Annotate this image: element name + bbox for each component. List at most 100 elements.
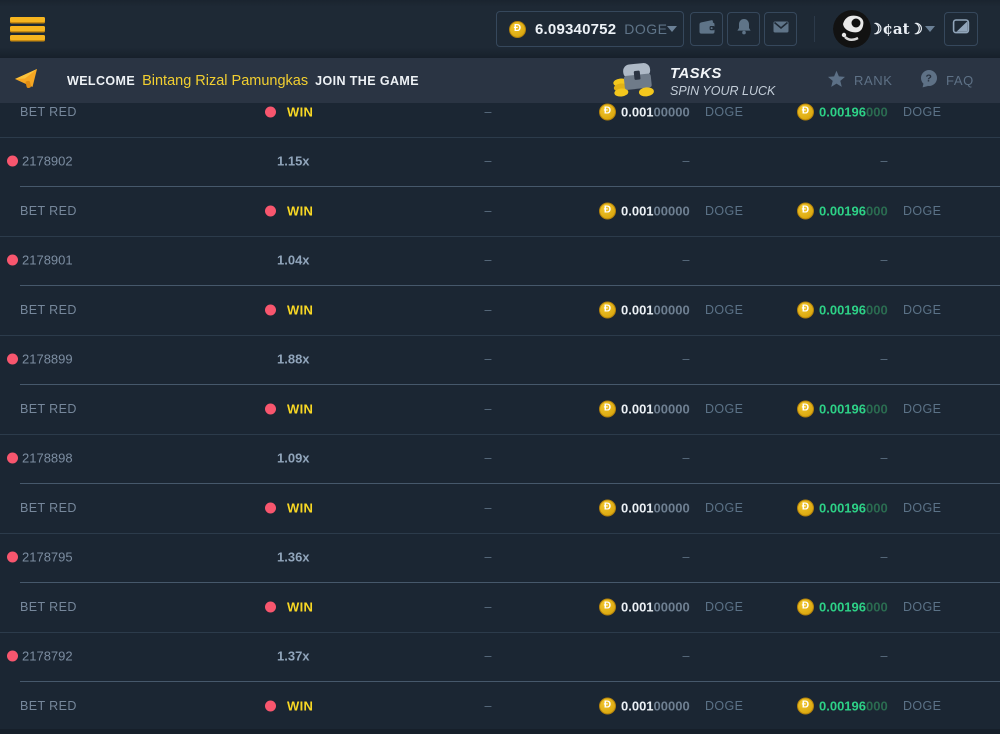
profit-amount: 0.00196000 — [819, 302, 888, 317]
profit-amount: 0.00196000 — [819, 698, 888, 713]
chat-toggle-button[interactable] — [944, 12, 978, 46]
faq-question-icon: ? — [920, 70, 946, 91]
round-id-link[interactable]: 2178901 — [22, 253, 73, 268]
rank-label: RANK — [854, 73, 893, 88]
round-result-dot-icon — [7, 354, 18, 365]
welcome-suffix: JOIN THE GAME — [315, 74, 419, 88]
rank-star-icon — [827, 70, 854, 91]
faq-link[interactable]: ? FAQ — [920, 58, 974, 103]
result-dot-icon — [265, 304, 276, 315]
round-row: 2178902 1.15x – – – — [0, 137, 1000, 187]
payout-multiplier: 1.88x — [277, 352, 310, 367]
balance-amount: 6.09340752 — [535, 21, 616, 38]
username[interactable]: ☽¢at☽ — [869, 0, 923, 58]
chance-value: – — [470, 105, 506, 119]
chance-placeholder: – — [470, 649, 506, 663]
profit-placeholder: – — [866, 550, 902, 564]
bet-type-label: BET RED — [20, 501, 77, 515]
profit-currency: DOGE — [903, 402, 941, 416]
result-dot-icon — [265, 700, 276, 711]
bet-row: BET RED WIN – Ð 0.00100000 DOGE Ð 0.0019… — [0, 285, 1000, 335]
rank-link[interactable]: RANK — [827, 58, 893, 103]
megaphone-icon — [14, 68, 67, 94]
app: Ð 6.09340752 DOGE ☽¢at☽ — [0, 0, 1000, 734]
profit-placeholder: – — [866, 154, 902, 168]
chance-value: – — [470, 600, 506, 614]
chance-value: – — [470, 303, 506, 317]
payout-multiplier: 1.09x — [277, 451, 310, 466]
footer-edge — [0, 729, 1000, 734]
result-dot-icon — [265, 601, 276, 612]
profit-amount: 0.00196000 — [819, 203, 888, 218]
bet-result: WIN — [287, 104, 313, 119]
messages-button[interactable] — [764, 12, 797, 46]
round-result-dot-icon — [7, 453, 18, 464]
chance-placeholder: – — [470, 451, 506, 465]
wallet-button[interactable] — [690, 12, 723, 46]
bet-placeholder: – — [668, 451, 704, 465]
bet-amount-currency: DOGE — [705, 303, 743, 317]
bet-result: WIN — [287, 500, 313, 515]
chance-value: – — [470, 501, 506, 515]
bet-result: WIN — [287, 401, 313, 416]
treasure-chest-icon — [612, 59, 670, 104]
round-result-dot-icon — [7, 651, 18, 662]
bet-placeholder: – — [668, 253, 704, 267]
profit-placeholder: – — [866, 649, 902, 663]
bet-result: WIN — [287, 599, 313, 614]
bet-amount: 0.00100000 — [621, 104, 690, 119]
welcome-prefix: WELCOME — [67, 74, 135, 88]
tasks-subtitle: SPIN YOUR LUCK — [670, 84, 775, 98]
doge-coin-icon: Ð — [797, 598, 814, 615]
doge-coin-icon: Ð — [509, 21, 526, 38]
topbar: Ð 6.09340752 DOGE ☽¢at☽ — [0, 0, 1000, 58]
round-id-link[interactable]: 2178902 — [22, 154, 73, 169]
round-row: 2178792 1.37x – – – — [0, 632, 1000, 682]
doge-coin-icon: Ð — [599, 499, 616, 516]
chevron-down-icon — [667, 26, 677, 32]
bet-amount-currency: DOGE — [705, 105, 743, 119]
profit-currency: DOGE — [903, 204, 941, 218]
chance-placeholder: – — [470, 253, 506, 267]
payout-multiplier: 1.36x — [277, 550, 310, 565]
chance-value: – — [470, 402, 506, 416]
bet-placeholder: – — [668, 649, 704, 663]
hamburger-menu-icon[interactable] — [10, 13, 46, 45]
bet-amount-currency: DOGE — [705, 600, 743, 614]
chance-placeholder: – — [470, 352, 506, 366]
doge-coin-icon: Ð — [599, 697, 616, 714]
bet-history-list: BET RED WIN – Ð 0.00100000 DOGE Ð 0.0019… — [0, 87, 1000, 731]
round-result-dot-icon — [7, 255, 18, 266]
doge-coin-icon: Ð — [797, 202, 814, 219]
profit-currency: DOGE — [903, 105, 941, 119]
profit-placeholder: – — [866, 451, 902, 465]
bet-amount: 0.00100000 — [621, 599, 690, 614]
round-id-link[interactable]: 2178792 — [22, 649, 73, 664]
doge-coin-icon: Ð — [797, 301, 814, 318]
avatar[interactable] — [833, 10, 871, 48]
bet-row: BET RED WIN – Ð 0.00100000 DOGE Ð 0.0019… — [0, 384, 1000, 434]
bet-amount: 0.00100000 — [621, 500, 690, 515]
notifications-button[interactable] — [727, 12, 760, 46]
topbar-divider — [814, 16, 815, 42]
round-id-link[interactable]: 2178898 — [22, 451, 73, 466]
chance-placeholder: – — [470, 154, 506, 168]
bet-amount-currency: DOGE — [705, 204, 743, 218]
svg-text:?: ? — [925, 73, 932, 85]
bet-row: BET RED WIN – Ð 0.00100000 DOGE Ð 0.0019… — [0, 483, 1000, 533]
bet-row: BET RED WIN – Ð 0.00100000 DOGE Ð 0.0019… — [0, 681, 1000, 731]
profit-placeholder: – — [866, 253, 902, 267]
result-dot-icon — [265, 106, 276, 117]
round-id-link[interactable]: 2178899 — [22, 352, 73, 367]
doge-coin-icon: Ð — [599, 400, 616, 417]
bet-type-label: BET RED — [20, 600, 77, 614]
round-row: 2178899 1.88x – – – — [0, 335, 1000, 385]
profit-amount: 0.00196000 — [819, 599, 888, 614]
balance-selector[interactable]: Ð 6.09340752 DOGE — [496, 11, 684, 47]
user-menu-chevron-icon[interactable] — [925, 26, 935, 32]
round-id-link[interactable]: 2178795 — [22, 550, 73, 565]
round-result-dot-icon — [7, 156, 18, 167]
bell-icon — [734, 17, 754, 42]
tasks-link[interactable]: TASKS SPIN YOUR LUCK — [612, 60, 775, 103]
bet-type-label: BET RED — [20, 402, 77, 416]
